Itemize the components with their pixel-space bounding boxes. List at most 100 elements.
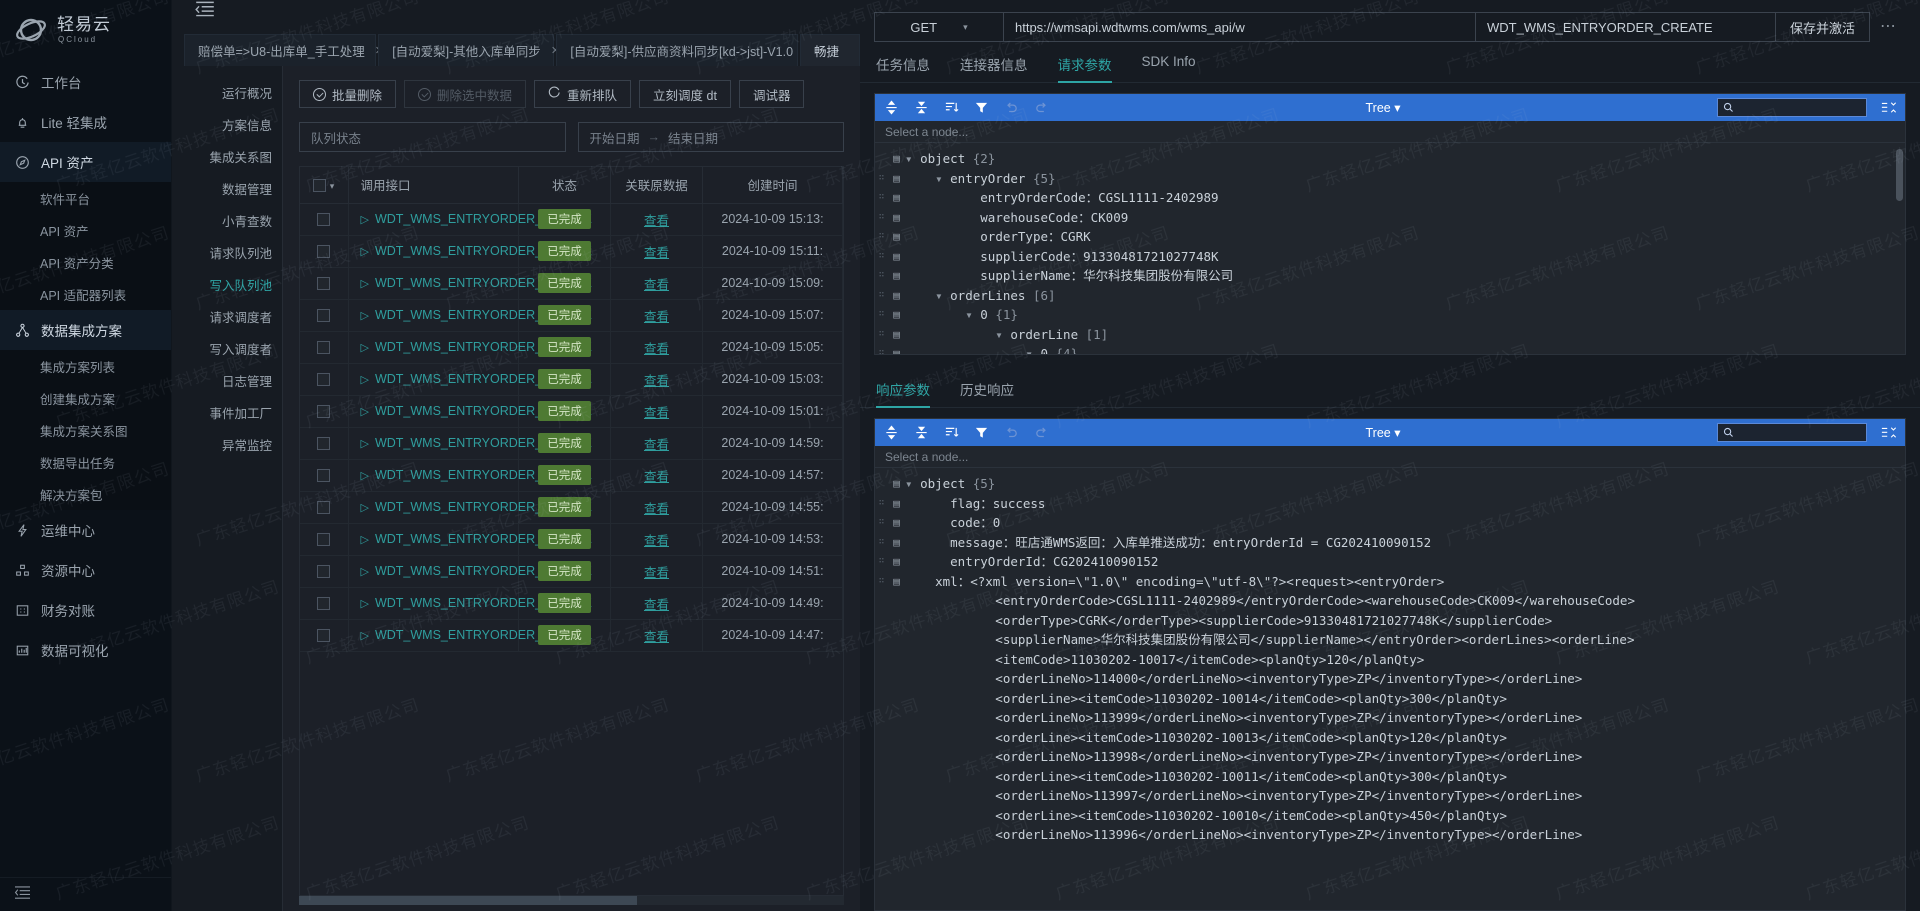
tab-sdk-info[interactable]: SDK Info — [1142, 54, 1196, 82]
expand-collapse-icon[interactable] — [1881, 425, 1897, 441]
undo-icon[interactable] — [1003, 100, 1019, 116]
table-horizontal-scrollbar[interactable] — [299, 896, 844, 905]
batch-delete-button[interactable]: 批量删除 — [299, 80, 397, 108]
sidebar-subitem-create-plan[interactable]: 创建集成方案 — [0, 382, 171, 414]
row-select-cell[interactable] — [300, 363, 349, 396]
subnav-item[interactable]: 写入调度者 — [172, 332, 282, 364]
sidebar-item-visualization[interactable]: 数据可视化 — [0, 630, 171, 670]
tab-compensation-order[interactable]: 赔偿单=>U8-出库单_手工处理 ✕ — [184, 34, 384, 66]
subnav-item[interactable]: 请求调度者 — [172, 300, 282, 332]
sidebar-item-api-assets[interactable]: API 资产 — [0, 142, 171, 182]
view-link[interactable]: 查看 — [644, 246, 669, 260]
tab-changjie[interactable]: 畅捷 — [800, 34, 860, 66]
select-all-header[interactable]: ▾ — [300, 167, 349, 204]
source-data-cell[interactable]: 查看 — [610, 491, 703, 524]
source-data-cell[interactable]: 查看 — [610, 203, 703, 236]
sidebar-item-finance[interactable]: 财务对账 — [0, 590, 171, 630]
subnav-item[interactable]: 集成关系图 — [172, 140, 282, 172]
view-link[interactable]: 查看 — [644, 630, 669, 644]
table-row[interactable]: ▷ WDT_WMS_ENTRYORDER_CREATE 已完成 查看 2024-10-0… — [300, 363, 843, 396]
tree-node[interactable]: ∷ ▤ flag：success — [875, 494, 1905, 514]
drag-handle-icon[interactable]: ∷ — [875, 188, 888, 207]
source-data-cell[interactable]: 查看 — [610, 395, 703, 428]
table-row[interactable]: ▷ WDT_WMS_ENTRYORDER_CREATE 已完成 查看 2024-10-0… — [300, 235, 843, 268]
tree-node[interactable]: ∷ ▤ supplierCode：91330481721027748K — [875, 247, 1905, 267]
row-checkbox[interactable] — [317, 373, 331, 387]
table-row[interactable]: ▷ WDT_WMS_ENTRYORDER_CREATE 已完成 查看 2024-10-0… — [300, 619, 843, 652]
row-select-cell[interactable] — [300, 235, 349, 268]
tab-request-params[interactable]: 请求参数 — [1057, 54, 1112, 83]
tree-scrollbar[interactable] — [1896, 149, 1903, 201]
row-checkbox[interactable] — [317, 277, 331, 291]
delete-selected-button[interactable]: 删除选中数据 — [404, 80, 527, 108]
drag-handle-icon[interactable]: ∷ — [875, 208, 888, 227]
table-row[interactable]: ▷ WDT_WMS_ENTRYORDER_CREATE 已完成 查看 2024-10-0… — [300, 459, 843, 492]
view-link[interactable]: 查看 — [644, 278, 669, 292]
drag-handle-icon[interactable]: ∷ — [875, 572, 888, 591]
source-data-cell[interactable]: 查看 — [610, 619, 703, 652]
sidebar-subitem-software-platform[interactable]: 软件平台 — [0, 182, 171, 214]
response-search-input[interactable] — [1717, 423, 1868, 442]
run-icon[interactable]: ▷ — [361, 246, 369, 258]
save-and-activate-button[interactable]: 保存并激活 — [1775, 12, 1870, 42]
sidebar-subitem-api-assets[interactable]: API 资产 — [0, 214, 171, 246]
run-icon[interactable]: ▷ — [361, 278, 369, 290]
run-icon[interactable]: ▷ — [361, 470, 369, 482]
row-checkbox[interactable] — [317, 597, 331, 611]
requeue-button[interactable]: 重新排队 — [534, 80, 632, 108]
drag-handle-icon[interactable]: ∷ — [875, 325, 888, 344]
drag-handle-icon[interactable]: ∷ — [875, 344, 888, 354]
api-cell[interactable]: ▷ WDT_WMS_ENTRYORDER_CREATE — [348, 619, 592, 652]
expand-collapse-icon[interactable] — [1881, 100, 1897, 116]
row-checkbox[interactable] — [317, 245, 331, 259]
expand-all-icon[interactable] — [883, 425, 899, 441]
redo-icon[interactable] — [1033, 100, 1049, 116]
view-link[interactable]: 查看 — [644, 534, 669, 548]
table-row[interactable]: ▷ WDT_WMS_ENTRYORDER_CREATE 已完成 查看 2024-10-0… — [300, 299, 843, 332]
run-icon[interactable]: ▷ — [361, 534, 369, 546]
tree-node[interactable]: ∷ ▤ supplierName：华尔科技集团股份有限公司 — [875, 266, 1905, 286]
run-icon[interactable]: ▷ — [361, 374, 369, 386]
table-row[interactable]: ▷ WDT_WMS_ENTRYORDER_CREATE 已完成 查看 2024-10-0… — [300, 555, 843, 588]
subnav-item[interactable]: 小青查数 — [172, 204, 282, 236]
drag-handle-icon[interactable]: ∷ — [875, 227, 888, 246]
row-select-cell[interactable] — [300, 395, 349, 428]
chevron-down-icon[interactable]: ▾ — [330, 181, 335, 191]
source-data-cell[interactable]: 查看 — [610, 299, 703, 332]
response-node-selector[interactable]: Select a node... — [875, 446, 1905, 468]
source-data-cell[interactable]: 查看 — [610, 235, 703, 268]
table-row[interactable]: ▷ WDT_WMS_ENTRYORDER_CREATE 已完成 查看 2024-10-0… — [300, 491, 843, 524]
tree-node[interactable]: ∷ ▤ ▾ entryOrder {5} — [875, 169, 1905, 189]
tree-node[interactable]: ∷ ▤ ▾ orderLines [6] — [875, 286, 1905, 306]
run-icon[interactable]: ▷ — [361, 566, 369, 578]
tree-node[interactable]: ∷ ▤ warehouseCode：CK009 — [875, 208, 1905, 228]
subnav-item[interactable]: 运行概况 — [172, 76, 282, 108]
request-url-input[interactable]: https://wmsapi.wdtwms.com/wms_api/w — [1004, 12, 1476, 42]
subnav-item[interactable]: 写入队列池 — [172, 268, 282, 300]
source-data-cell[interactable]: 查看 — [610, 587, 703, 620]
run-icon[interactable]: ▷ — [361, 406, 369, 418]
sidebar-subitem-plan-graph[interactable]: 集成方案关系图 — [0, 414, 171, 446]
run-icon[interactable]: ▷ — [361, 214, 369, 226]
row-select-cell[interactable] — [300, 587, 349, 620]
row-select-cell[interactable] — [300, 203, 349, 236]
view-link[interactable]: 查看 — [644, 342, 669, 356]
api-cell[interactable]: ▷ WDT_WMS_ENTRYORDER_CREATE — [348, 395, 592, 428]
api-cell[interactable]: ▷ WDT_WMS_ENTRYORDER_CREATE — [348, 555, 592, 588]
api-cell[interactable]: ▷ WDT_WMS_ENTRYORDER_CREATE — [348, 235, 592, 268]
select-all-checkbox[interactable] — [313, 178, 327, 192]
api-cell[interactable]: ▷ WDT_WMS_ENTRYORDER_CREATE — [348, 299, 592, 332]
tree-node[interactable]: ▤ ▾ object {5} — [875, 474, 1905, 494]
view-link[interactable]: 查看 — [644, 566, 669, 580]
source-data-cell[interactable]: 查看 — [610, 267, 703, 300]
row-select-cell[interactable] — [300, 427, 349, 460]
subnav-item[interactable]: 日志管理 — [172, 364, 282, 396]
api-cell[interactable]: ▷ WDT_WMS_ENTRYORDER_CREATE — [348, 587, 592, 620]
row-checkbox[interactable] — [317, 309, 331, 323]
sidebar-item-data-integration[interactable]: 数据集成方案 — [0, 310, 171, 350]
table-row[interactable]: ▷ WDT_WMS_ENTRYORDER_CREATE 已完成 查看 2024-10-0… — [300, 331, 843, 364]
filter-icon[interactable] — [973, 100, 989, 116]
tree-node[interactable]: ∷ ▤ orderType：CGRK — [875, 227, 1905, 247]
redo-icon[interactable] — [1033, 425, 1049, 441]
tab-response-history[interactable]: 历史响应 — [960, 379, 1014, 407]
